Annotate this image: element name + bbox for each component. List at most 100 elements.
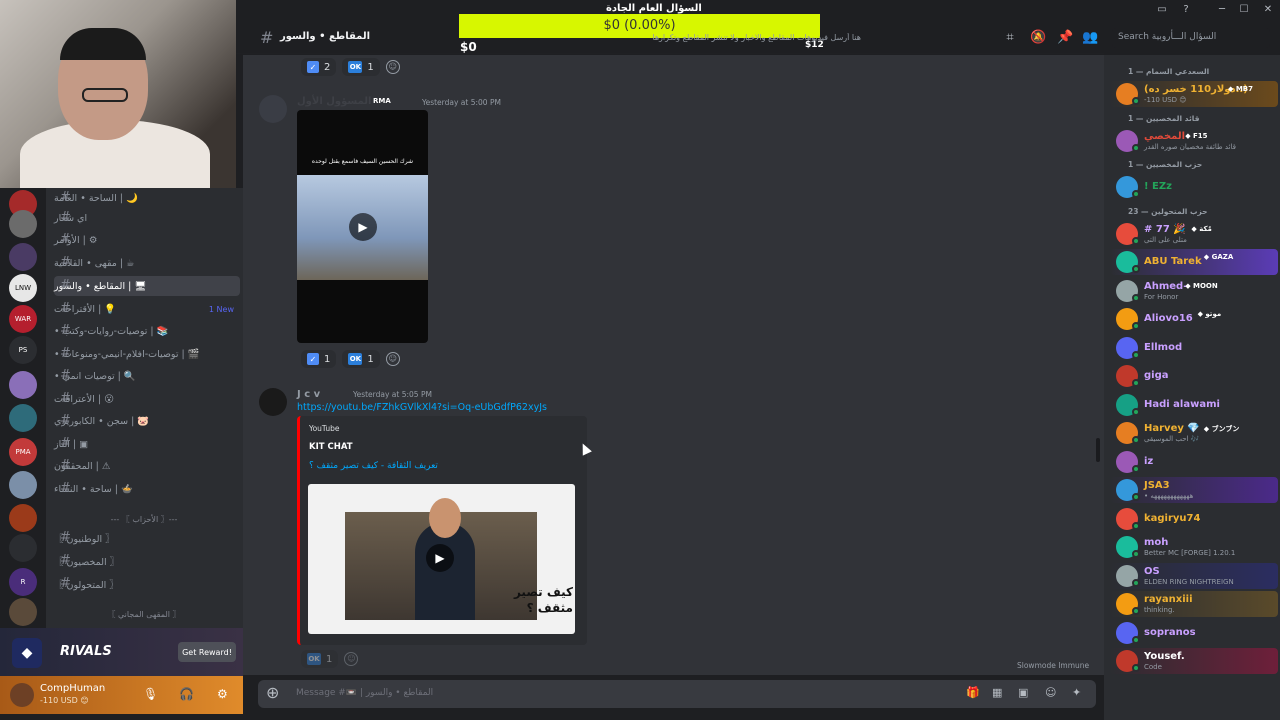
maximize-icon[interactable]: ☐ — [1238, 4, 1250, 16]
close-icon[interactable]: ✕ — [1262, 4, 1274, 16]
reaction-ok[interactable]: OK 1 — [301, 650, 339, 668]
channel-item[interactable]: # 🎬 | توصيات-افلام-انيمي-ومنوعات • — [54, 344, 240, 364]
settings-gear-icon[interactable]: ⚙ — [217, 687, 228, 701]
member-item[interactable]: # 77 🎉 ◆ مُكة متلى على التى — [1110, 221, 1278, 247]
channel-item[interactable]: # ⚙ | الأوامر — [54, 230, 240, 250]
member-item[interactable]: Ahmed- ◆ MOON For Honor — [1110, 278, 1278, 304]
server-icon[interactable] — [9, 371, 37, 399]
channel-item[interactable]: # ▣ | الناز — [54, 434, 240, 454]
threads-icon[interactable]: ⌗ — [1002, 30, 1018, 46]
channel-item[interactable]: # 🌙 | الساحة • العامة — [54, 188, 240, 208]
member-item[interactable]: Hadi alawami — [1110, 392, 1278, 418]
embed-author[interactable]: KIT CHAT — [309, 442, 353, 452]
mute-icon[interactable]: 🔕 — [1030, 30, 1046, 46]
headphones-icon[interactable]: 🎧 — [179, 687, 194, 701]
video-attachment[interactable]: شرك الحسين السيف فاسمع بقتل لوحده ▶ — [297, 110, 428, 343]
message-input[interactable]: Message #📼 | المقاطع • والسور — [296, 688, 433, 698]
youtube-link[interactable]: https://youtu.be/FZhkGVlkXl4?si=Oq-eUbGd… — [297, 402, 547, 413]
member-item[interactable]: ! EZz — [1110, 174, 1278, 200]
message-author[interactable]: المسؤول الأول — [297, 96, 371, 107]
member-item[interactable]: (دولار110 خسر ده..) ◆ MB7 -110 USD 😊 — [1110, 81, 1278, 107]
member-badge: ◆ MB7 — [1228, 85, 1253, 93]
gif-icon[interactable]: ▦ — [992, 686, 1002, 699]
reaction-ok[interactable]: OK 1 — [342, 350, 380, 368]
server-icon[interactable] — [9, 210, 37, 238]
server-icon[interactable]: WAR — [9, 305, 37, 333]
add-attachment-icon[interactable]: ⊕ — [266, 683, 279, 702]
embed-thumbnail[interactable]: ▶ كيف تصير مثقف ؟ — [308, 484, 575, 634]
server-icon[interactable]: LNW — [9, 274, 37, 302]
status-dot — [1132, 464, 1140, 473]
channel-item[interactable]: # 🖥 | المقاطع • والسور — [54, 276, 240, 296]
message-author[interactable]: J c v — [297, 389, 320, 400]
member-item[interactable]: Ellmod — [1110, 335, 1278, 361]
channel-item[interactable]: # ☕ | مقهى • القلامية — [54, 253, 240, 273]
get-reward-button[interactable]: Get Reward! — [178, 642, 236, 662]
channel-topic[interactable]: هنا أرسل فيديوهات المقاطع والاخبار ولا ت… — [386, 33, 861, 42]
members-icon[interactable]: 👥 — [1082, 30, 1098, 46]
channel-item[interactable]: # 🔍 | توصيات انمي • — [54, 366, 240, 386]
member-item[interactable]: Aliovo16 ◆ موتو — [1110, 306, 1278, 332]
member-item[interactable]: rayanxiii thinking. — [1110, 591, 1278, 617]
minimize-icon[interactable]: ─ — [1216, 4, 1228, 16]
member-item[interactable]: ABU Tarek ◆ GAZA — [1110, 249, 1278, 275]
server-icon[interactable] — [9, 404, 37, 432]
channel-title: المقاطع • والسور — [280, 31, 371, 42]
channel-item[interactable]: #1 New 💡 | الأقتراحات — [54, 299, 240, 319]
channel-item[interactable]: # ⚠ | المحققون — [54, 456, 240, 476]
add-reaction-icon[interactable]: ☺ — [344, 652, 359, 666]
channel-item[interactable]: # 〖 المتحولون 〗 — [54, 574, 240, 594]
channel-item[interactable]: # 😮 | الأعترافات — [54, 389, 240, 409]
member-item[interactable]: Yousef. Code — [1110, 648, 1278, 674]
member-item[interactable]: moh Better MC [FORGE] 1.20.1 — [1110, 534, 1278, 560]
member-item[interactable]: giga — [1110, 363, 1278, 389]
reaction-check[interactable]: ✓ 1 — [301, 350, 337, 368]
embed-title[interactable]: تعريف الثقافة - كيف تصير مثقف ؟ — [309, 461, 438, 471]
avatar[interactable] — [259, 95, 287, 123]
channel-item[interactable]: # 🐷 | سجن • الكابوريزي — [54, 411, 240, 431]
channel-item[interactable]: # 〖 الوطنيون 〗 — [54, 528, 240, 548]
channel-item[interactable]: # اي شعار — [54, 208, 240, 228]
member-item[interactable]: kagiryu74 — [1110, 506, 1278, 532]
hash-icon: # — [60, 323, 71, 338]
member-item[interactable]: OS ELDEN RING NIGHTREIGN — [1110, 562, 1278, 589]
help-icon[interactable]: ? — [1180, 4, 1192, 16]
server-icon[interactable]: PS — [9, 336, 37, 364]
server-icon[interactable]: R — [9, 568, 37, 596]
avatar[interactable] — [259, 388, 287, 416]
window-title: السؤال العام الجادة — [606, 3, 702, 14]
server-icon[interactable]: PMA — [9, 438, 37, 466]
channel-category[interactable]: 〖 المقهى المجاني 〗 — [54, 609, 234, 620]
microphone-icon[interactable]: 🎙 — [143, 687, 158, 701]
server-icon[interactable] — [9, 598, 37, 626]
server-icon[interactable] — [9, 534, 37, 562]
scrollbar[interactable] — [1096, 438, 1100, 462]
add-reaction-icon[interactable]: ☺ — [385, 60, 400, 74]
server-icon[interactable] — [9, 471, 37, 499]
gift-icon[interactable]: 🎁 — [966, 686, 980, 699]
message-composer[interactable]: ⊕ Message #📼 | المقاطع • والسور 🎁 ▦ ▣ ☺ … — [258, 680, 1096, 708]
member-item[interactable]: المخصي ◆ F15 قائد طائفة مخصيان صوره القدر — [1110, 128, 1278, 154]
pin-icon[interactable]: 📌 — [1057, 30, 1073, 46]
add-reaction-icon[interactable]: ☺ — [385, 352, 400, 366]
search-input[interactable]: Search السؤال الـــأروبية — [1112, 28, 1270, 48]
play-icon[interactable]: ▶ — [426, 544, 454, 572]
apps-icon[interactable]: ✦ — [1072, 686, 1081, 699]
channel-item[interactable]: # 〖 المخصيون 〗 — [54, 551, 240, 571]
inbox-icon[interactable]: ▭ — [1156, 4, 1168, 16]
member-item[interactable]: sopranos — [1110, 620, 1278, 646]
member-item[interactable]: Harvey 💎 ◆ ブンブン احب الموسيقى 🎶 — [1110, 420, 1278, 446]
server-icon[interactable] — [9, 504, 37, 532]
reaction-check[interactable]: ✓ 2 — [301, 58, 337, 76]
channel-item[interactable]: # 🍲 | ساحة • النساء — [54, 479, 240, 499]
channel-category[interactable]: --- 〖 الأحزاب 〗--- — [54, 514, 234, 525]
play-icon[interactable]: ▶ — [349, 213, 377, 241]
member-item[interactable]: iz — [1110, 449, 1278, 475]
member-item[interactable]: JSA3 • ههههههههههههه — [1110, 477, 1278, 503]
avatar[interactable] — [10, 683, 34, 707]
server-icon[interactable] — [9, 243, 37, 271]
channel-item[interactable]: # 📚 | توصيات-روايات-وكتب • — [54, 321, 240, 341]
sticker-icon[interactable]: ▣ — [1018, 686, 1028, 699]
emoji-icon[interactable]: ☺ — [1045, 686, 1056, 699]
reaction-ok[interactable]: OK 1 — [342, 58, 380, 76]
